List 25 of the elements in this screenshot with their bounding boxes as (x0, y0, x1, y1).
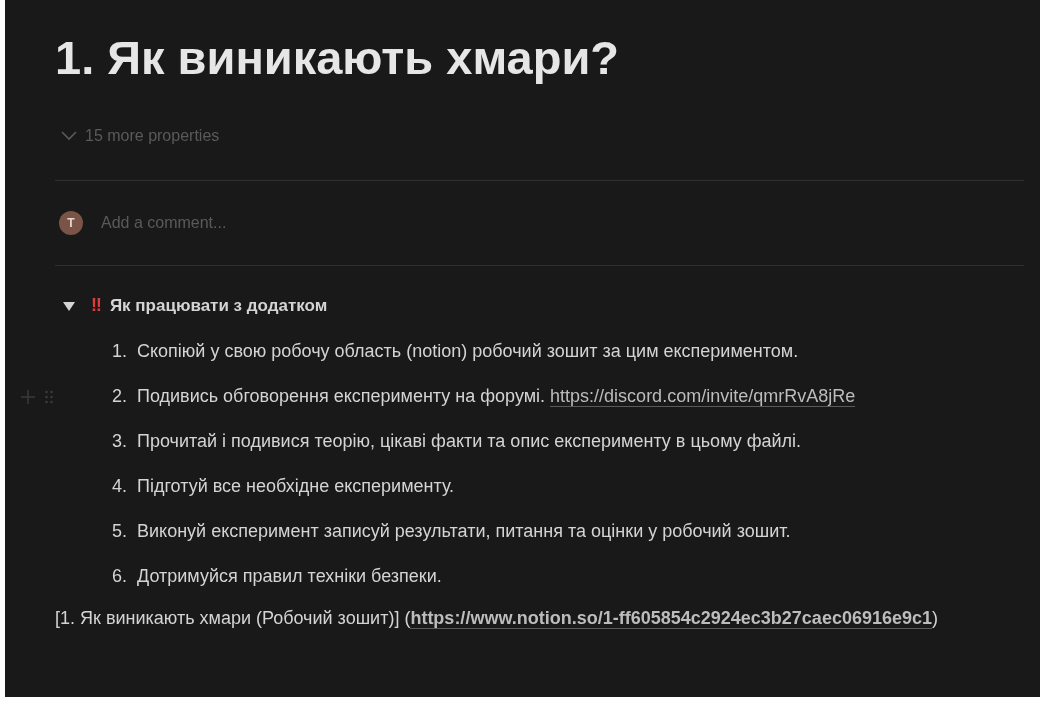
warning-mark: ‼ (91, 294, 102, 318)
toggle-button[interactable] (63, 299, 75, 312)
list-item-text: Підготуй все необхідне експерименту. (137, 475, 455, 499)
toggle-heading: Як працювати з додатком (109, 295, 328, 318)
chevron-icon (61, 131, 77, 142)
drag-handle-icon[interactable] (45, 389, 53, 404)
reference-paragraph: [1. Як виникають хмари (Робочий зошит)] (https://www.notion.so/1-ff605854c2924ec3b27caec06916e9c1) (55, 607, 939, 632)
list-number: 2. (111, 385, 127, 409)
list-number: 1. (111, 340, 127, 364)
page-title: 1. Як виникають хмари? (55, 30, 621, 86)
link[interactable]: https://discord.com/invite/qmrRvA8jRe (550, 386, 856, 408)
list-number: 6. (111, 565, 127, 589)
list-item-text: Дотримуйся правил техніки безпеки. (137, 565, 442, 589)
list-item-text: Прочитай і подивися теорію, цікаві факти та опис експерименту в цьому файлі. (137, 430, 802, 454)
list-item-text: Подивись обговорення експерименту на форумі. https://discord.com/invite/qmrRvA8jRe (137, 385, 856, 410)
plus-icon[interactable] (21, 389, 35, 404)
list-item-text: Виконуй експеримент записуй результати, питання та оцінки у робочий зошит. (137, 520, 791, 544)
list-number: 4. (111, 475, 127, 499)
avatar: T (59, 211, 83, 236)
list-number: 3. (111, 430, 127, 454)
comment-field[interactable]: Add a comment... (99, 210, 499, 237)
list-number: 5. (111, 520, 127, 544)
link[interactable]: https://www.notion.so/1-ff605854c2924ec3b27caec06916e9c1 (410, 608, 932, 630)
triangle-icon (63, 299, 75, 312)
list-item-text: Скопіюй у свою робочу область (notion) робочий зошит за цим експериментом. (137, 340, 799, 364)
